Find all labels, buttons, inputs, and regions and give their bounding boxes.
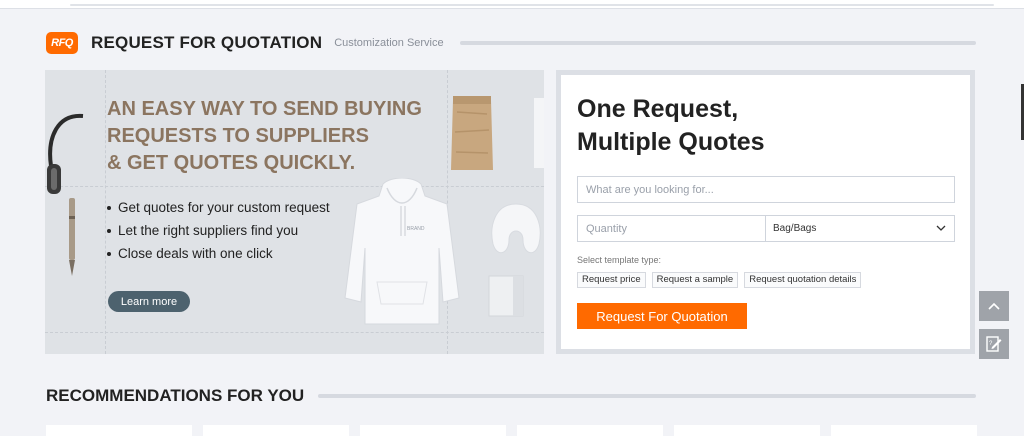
banner-guide-line	[45, 186, 544, 187]
benefit-item: Close deals with one click	[107, 242, 330, 265]
recommendations-header: RECOMMENDATIONS FOR YOU	[46, 384, 976, 408]
recommendations-title: RECOMMENDATIONS FOR YOU	[46, 386, 305, 405]
template-request-quotation-details[interactable]: Request quotation details	[744, 272, 862, 288]
gift-box-illustration	[488, 275, 524, 317]
feedback-button[interactable]: ?	[979, 329, 1009, 359]
banner-guide-line	[45, 332, 544, 333]
section-divider	[318, 394, 976, 398]
recommendation-card[interactable]	[517, 425, 663, 436]
recommendation-card[interactable]	[674, 425, 820, 436]
quote-title-line: Multiple Quotes	[577, 128, 765, 156]
quote-title-line: One Request,	[577, 95, 739, 123]
back-to-top-button[interactable]	[979, 291, 1009, 321]
quantity-input[interactable]	[577, 215, 766, 242]
unit-select[interactable]: Bag/Bags	[765, 215, 955, 242]
neck-pillow-illustration	[491, 203, 541, 254]
recommendation-card[interactable]	[203, 425, 349, 436]
recommendation-card[interactable]	[46, 425, 192, 436]
pen-illustration	[69, 198, 75, 276]
headline-line: AN EASY WAY TO SEND BUYING	[107, 98, 422, 120]
feedback-edit-icon: ?	[986, 336, 1002, 352]
recommendation-card[interactable]	[360, 425, 506, 436]
recommendation-cards	[46, 425, 977, 436]
chevron-down-icon	[936, 225, 946, 231]
headphones-illustration	[47, 113, 84, 194]
banner-headline: AN EASY WAY TO SEND BUYING REQUESTS TO S…	[107, 96, 447, 177]
rfq-promo-banner: BRAND AN EASY WAY TO SEND BUYING REQUEST…	[45, 70, 544, 354]
recommendation-card[interactable]	[831, 425, 977, 436]
request-for-quotation-button[interactable]: Request For Quotation	[577, 303, 747, 329]
banner-guide-line	[105, 70, 106, 354]
rfq-section-header: RFQ REQUEST FOR QUOTATION Customization …	[46, 30, 976, 56]
hoodie-illustration: BRAND	[344, 178, 460, 325]
svg-text:?: ?	[989, 341, 993, 347]
header-scroll-bar	[70, 4, 994, 6]
unit-select-value: Bag/Bags	[773, 223, 817, 234]
headline-line: & GET QUOTES QUICKLY.	[107, 152, 356, 174]
hoodie-print-text: BRAND	[407, 226, 425, 232]
top-header-strip	[0, 0, 1024, 9]
banner-benefits-list: Get quotes for your custom request Let t…	[107, 196, 330, 265]
product-search-input[interactable]	[577, 176, 955, 203]
template-request-sample[interactable]: Request a sample	[651, 272, 739, 288]
quote-request-panel: One Request, Multiple Quotes Bag/Bags Se…	[556, 70, 975, 354]
rfq-section-subtitle[interactable]: Customization Service	[334, 37, 443, 49]
headline-line: REQUESTS TO SUPPLIERS	[107, 125, 369, 147]
template-request-price[interactable]: Request price	[577, 272, 646, 288]
template-type-options: Request price Request a sample Request q…	[577, 272, 862, 288]
section-divider	[459, 41, 976, 45]
quote-panel-title: One Request, Multiple Quotes	[577, 93, 765, 159]
benefit-item: Let the right suppliers find you	[107, 219, 330, 242]
coffee-bag-illustration	[451, 96, 493, 170]
benefit-item: Get quotes for your custom request	[107, 196, 330, 219]
template-type-label: Select template type:	[577, 255, 662, 265]
rfq-logo: RFQ	[46, 32, 78, 54]
chevron-up-icon	[988, 302, 1000, 310]
rfq-section-title: REQUEST FOR QUOTATION	[91, 33, 323, 52]
learn-more-button[interactable]: Learn more	[108, 291, 190, 312]
cup-illustration	[534, 98, 544, 168]
